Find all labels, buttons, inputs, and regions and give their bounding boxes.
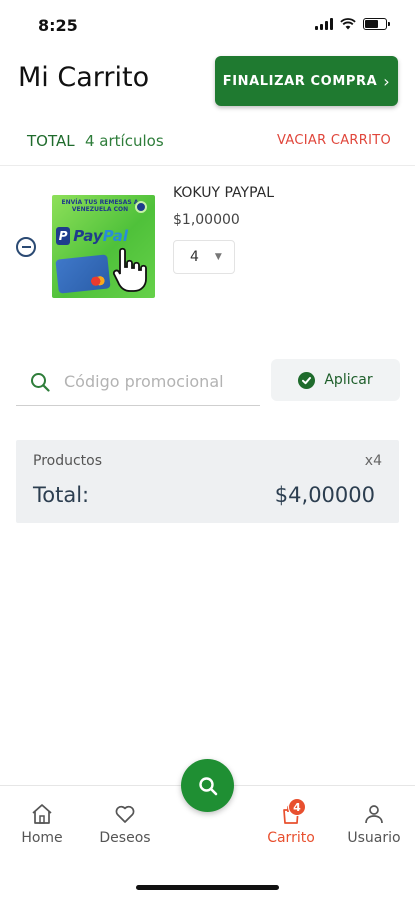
cart-summary-row: TOTAL 4 artículos VACIAR CARRITO: [0, 124, 415, 166]
battery-icon: [363, 18, 390, 30]
heart-icon: [115, 805, 135, 823]
quantity-select[interactable]: 4 ▼: [173, 240, 235, 274]
nav-label-wishlist: Deseos: [99, 830, 151, 846]
remove-item-icon[interactable]: [16, 237, 36, 257]
product-name: KOKUY PAYPAL: [173, 185, 275, 201]
status-time: 8:25: [38, 16, 78, 35]
search-fab-button[interactable]: [181, 759, 234, 812]
products-count: x4: [364, 453, 382, 469]
home-indicator: [136, 885, 279, 890]
grand-total-label: Total:: [33, 483, 90, 507]
order-totals: Productos x4 Total: $4,00000: [16, 440, 399, 523]
page-title: Mi Carrito: [18, 62, 150, 93]
search-icon: [31, 372, 50, 392]
wifi-icon: [340, 18, 356, 30]
nav-item-user[interactable]: Usuario: [342, 802, 406, 846]
nav-label-cart: Carrito: [267, 830, 315, 846]
pointing-hand-icon: [112, 247, 147, 292]
status-icons: [315, 18, 390, 30]
quantity-value: 4: [190, 249, 199, 265]
apply-button-label: Aplicar: [324, 372, 373, 388]
chevron-right-icon: ›: [383, 71, 391, 91]
products-label: Productos: [33, 453, 103, 469]
paypal-logo: P PayPal: [56, 225, 128, 247]
promo-code-input[interactable]: [64, 372, 254, 391]
home-icon: [32, 804, 52, 824]
checkout-button-label: FINALIZAR COMPRA: [222, 73, 378, 89]
cart-badge: 4: [288, 798, 306, 816]
promo-code-field[interactable]: [16, 358, 260, 406]
credit-card-graphic: [55, 254, 111, 294]
nav-item-cart[interactable]: 4 Carrito: [259, 798, 323, 846]
chevron-down-icon: ▼: [214, 252, 222, 262]
apply-promo-button[interactable]: Aplicar: [271, 359, 400, 401]
nav-item-home[interactable]: Home: [16, 802, 68, 846]
status-bar: 8:25: [0, 0, 415, 50]
nav-label-home: Home: [21, 830, 63, 846]
item-count: 4 artículos: [85, 132, 164, 150]
product-image[interactable]: ENVÍA TUS REMESAS A VENEZUELA CON P PayP…: [52, 195, 155, 298]
search-icon: [198, 776, 217, 795]
product-price: $1,00000: [173, 212, 240, 228]
total-label: TOTAL: [27, 132, 75, 150]
checkout-button[interactable]: FINALIZAR COMPRA ›: [215, 56, 398, 106]
clear-cart-button[interactable]: VACIAR CARRITO: [277, 133, 391, 148]
user-icon: [365, 805, 383, 824]
product-image-badge: [135, 201, 147, 213]
nav-item-wishlist[interactable]: Deseos: [95, 802, 155, 846]
signal-icon: [315, 18, 333, 30]
paypal-wordmark: PayPal: [73, 227, 128, 245]
cart-item: ENVÍA TUS REMESAS A VENEZUELA CON P PayP…: [0, 180, 415, 320]
grand-total-value: $4,00000: [274, 483, 375, 507]
nav-label-user: Usuario: [347, 830, 401, 846]
check-circle-icon: [298, 371, 316, 389]
product-image-caption: ENVÍA TUS REMESAS A VENEZUELA CON: [61, 199, 139, 213]
